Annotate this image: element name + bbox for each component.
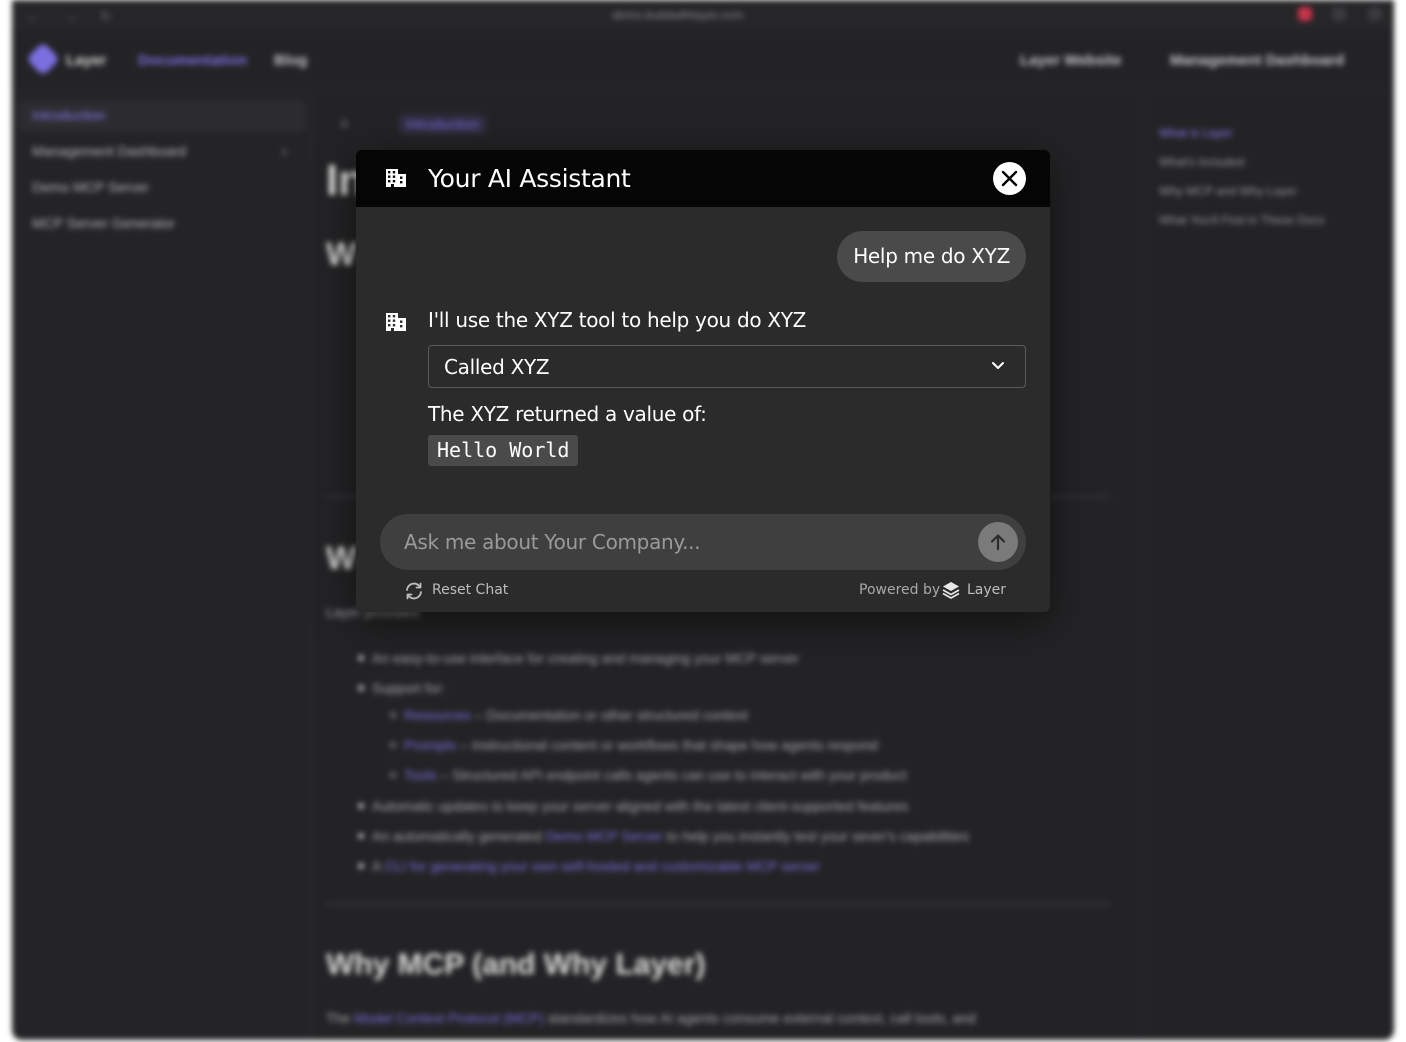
- paragraph-prefix: The: [326, 1010, 355, 1026]
- bullet-circle: [390, 712, 396, 718]
- list-item: Automatic updates to keep your server al…: [372, 798, 909, 814]
- section-heading-2: W: [326, 540, 357, 576]
- user-message-bubble: Help me do XYZ: [837, 231, 1026, 282]
- link-mcp[interactable]: Model Context Protocol (MCP): [354, 1010, 544, 1026]
- share-icon[interactable]: [1332, 7, 1346, 21]
- section-heading-why-mcp: Why MCP (and Why Layer): [326, 948, 706, 981]
- reload-icon[interactable]: ↻: [100, 8, 112, 25]
- list-item: An automatically generated Demo MCP Serv…: [372, 828, 969, 844]
- reset-chat-label: Reset Chat: [432, 582, 509, 598]
- powered-by-text: Powered by: [859, 582, 941, 598]
- divider: [326, 903, 1110, 905]
- link-demo-mcp-server[interactable]: Demo MCP Server: [546, 828, 663, 844]
- nav-link-blog[interactable]: Blog: [274, 52, 307, 69]
- docs-sidebar: Introduction Management Dashboard › Demo…: [12, 92, 312, 1040]
- list-item: Prompts – Instructional content or workf…: [404, 737, 878, 753]
- modal-title: Your AI Assistant: [428, 164, 631, 193]
- list-item: An easy-to-use interface for creating an…: [372, 650, 799, 666]
- section-heading-1: W: [326, 236, 357, 272]
- bullet-dot: [358, 863, 364, 869]
- paragraph: The Model Context Protocol (MCP) standar…: [326, 1010, 976, 1026]
- extension-icon[interactable]: [1298, 7, 1312, 21]
- building-icon: [386, 313, 406, 331]
- site-navbar: Layer Documentation Blog Layer Website M…: [12, 30, 1394, 92]
- list-item: Resources – Documentation or other struc…: [404, 707, 748, 723]
- home-icon[interactable]: ⌂: [340, 114, 348, 130]
- list-item-prefix: A: [372, 858, 385, 874]
- bullet-circle: [390, 742, 396, 748]
- toc-item[interactable]: What You'll Find in These Docs: [1159, 213, 1325, 227]
- sidebar-item-demo-mcp-server[interactable]: Demo MCP Server: [32, 179, 149, 195]
- layer-logo-icon[interactable]: [941, 580, 961, 600]
- back-icon[interactable]: ←: [26, 8, 40, 24]
- layer-logo-icon[interactable]: [26, 42, 60, 76]
- sidebar-item-management-dashboard[interactable]: Management Dashboard: [32, 143, 186, 159]
- menu-icon[interactable]: [1368, 7, 1382, 21]
- tool-call-dropdown[interactable]: Called XYZ: [428, 345, 1026, 388]
- bullet-circle: [390, 772, 396, 778]
- toc-item[interactable]: What's Included: [1159, 155, 1244, 169]
- bullet-dot: [358, 803, 364, 809]
- bullet-dot: [358, 833, 364, 839]
- link-tools[interactable]: Tools: [404, 767, 437, 783]
- brand-name[interactable]: Layer: [66, 52, 106, 69]
- url-text[interactable]: demo.buildwithlayer.com: [612, 8, 743, 22]
- chat-input[interactable]: [404, 514, 964, 570]
- arrow-up-icon: [990, 534, 1006, 551]
- sub-bullet-text: – Structured API endpoint calls agents c…: [436, 767, 907, 783]
- send-button[interactable]: [978, 522, 1018, 562]
- list-item: Tools – Structured API endpoint calls ag…: [404, 767, 907, 783]
- forward-icon[interactable]: →: [64, 8, 78, 24]
- nav-link-management-dashboard[interactable]: Management Dashboard: [1170, 52, 1344, 69]
- chevron-right-icon[interactable]: ›: [282, 143, 287, 159]
- list-item: Support for:: [372, 680, 446, 696]
- chevron-down-icon: [992, 362, 1004, 369]
- toc-item[interactable]: What is Layer: [1159, 126, 1232, 140]
- sidebar-item-mcp-server-generator[interactable]: MCP Server Generator: [32, 215, 175, 231]
- tool-call-label: Called XYZ: [444, 355, 550, 379]
- assistant-message: I'll use the XYZ tool to help you do XYZ: [428, 308, 807, 332]
- list-item: A CLI for generating your own self-hoste…: [372, 858, 820, 874]
- link-prompts[interactable]: Prompts: [404, 737, 456, 753]
- ai-assistant-modal: Your AI Assistant Help me do XYZ I'll us…: [356, 150, 1050, 612]
- layer-brand-link[interactable]: Layer: [967, 582, 1006, 598]
- chat-input-container: [380, 514, 1026, 570]
- bullet-dot: [358, 655, 364, 661]
- breadcrumb-current: Introduction: [398, 114, 488, 134]
- tool-result-value: Hello World: [428, 435, 579, 466]
- table-of-contents: What is Layer What's Included Why MCP an…: [1140, 92, 1394, 1040]
- browser-toolbar: ← → ↻ demo.buildwithlayer.com: [12, 0, 1394, 30]
- paragraph-suffix: standardizes how AI agents consume exter…: [543, 1010, 976, 1026]
- bullet-dot: [358, 685, 364, 691]
- link-cli[interactable]: CLI for generating your own self-hosted …: [384, 858, 820, 874]
- refresh-icon: [406, 582, 422, 600]
- sub-bullet-text: – Instructional content or workflows tha…: [456, 737, 878, 753]
- close-button[interactable]: [993, 162, 1026, 195]
- tool-result-text: The XYZ returned a value of:: [428, 402, 707, 426]
- list-item-suffix: to help you instantly test your sever's …: [662, 828, 969, 844]
- link-resources[interactable]: Resources: [404, 707, 471, 723]
- nav-link-documentation[interactable]: Documentation: [138, 52, 247, 69]
- close-icon: [1001, 170, 1018, 187]
- nav-link-layer-website[interactable]: Layer Website: [1020, 52, 1121, 69]
- list-item-prefix: An automatically generated: [372, 828, 546, 844]
- toc-item[interactable]: Why MCP and Why Layer: [1159, 184, 1297, 198]
- sub-bullet-text: – Documentation or other structured cont…: [470, 707, 748, 723]
- building-icon: [386, 169, 406, 187]
- sidebar-item-introduction[interactable]: Introduction: [32, 107, 105, 123]
- modal-header: Your AI Assistant: [356, 150, 1050, 207]
